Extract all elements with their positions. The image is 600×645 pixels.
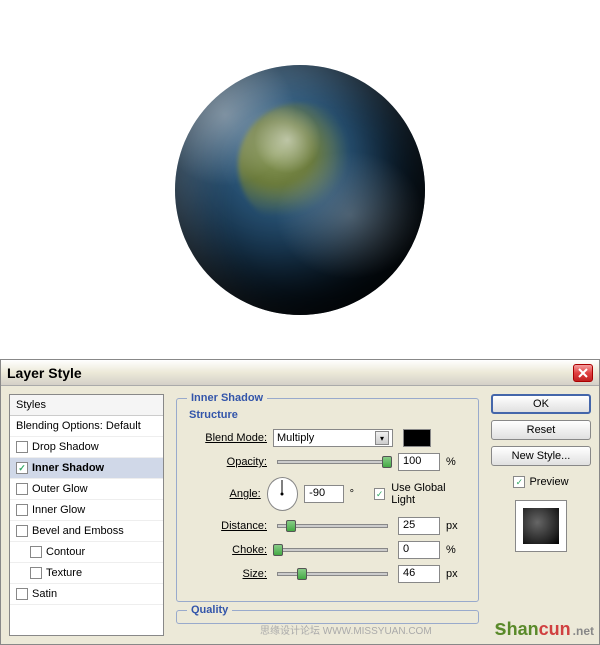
angle-row: Angle: -90 ° ✓ Use Global Light — [189, 477, 466, 511]
section-title: Inner Shadow — [187, 392, 267, 404]
style-label: Inner Shadow — [32, 462, 104, 474]
style-label: Drop Shadow — [32, 441, 99, 453]
opacity-input[interactable]: 100 — [398, 453, 440, 471]
size-slider[interactable] — [277, 572, 388, 576]
style-drop-shadow[interactable]: Drop Shadow — [10, 437, 163, 458]
structure-label: Structure — [189, 409, 466, 421]
checkbox[interactable] — [30, 567, 42, 579]
choke-slider[interactable] — [277, 548, 388, 552]
size-row: Size: 46 px — [189, 565, 466, 583]
checkbox[interactable] — [30, 546, 42, 558]
angle-unit: ° — [350, 488, 368, 500]
close-icon — [578, 368, 588, 378]
preview-area — [0, 0, 600, 380]
angle-input[interactable]: -90 — [304, 485, 343, 503]
dialog-title: Layer Style — [7, 365, 82, 381]
shadow-color-swatch[interactable] — [403, 429, 431, 447]
inner-shadow-fieldset: Inner Shadow Structure Blend Mode: Multi… — [176, 398, 479, 602]
distance-slider[interactable] — [277, 524, 388, 528]
style-texture[interactable]: Texture — [10, 563, 163, 584]
slider-thumb[interactable] — [382, 456, 392, 468]
opacity-row: Opacity: 100 % — [189, 453, 466, 471]
new-style-button[interactable]: New Style... — [491, 446, 591, 466]
style-label: Inner Glow — [32, 504, 85, 516]
style-bevel-emboss[interactable]: Bevel and Emboss — [10, 521, 163, 542]
checkbox[interactable] — [16, 504, 28, 516]
style-label: Contour — [46, 546, 85, 558]
ok-button[interactable]: OK — [491, 394, 591, 414]
choke-unit: % — [446, 544, 466, 556]
distance-row: Distance: 25 px — [189, 517, 466, 535]
reset-button[interactable]: Reset — [491, 420, 591, 440]
style-satin[interactable]: Satin — [10, 584, 163, 605]
distance-input[interactable]: 25 — [398, 517, 440, 535]
opacity-slider[interactable] — [277, 460, 388, 464]
opacity-label: Opacity: — [189, 456, 267, 468]
slider-thumb[interactable] — [286, 520, 296, 532]
styles-panel: Styles Blending Options: Default Drop Sh… — [9, 394, 164, 636]
style-outer-glow[interactable]: Outer Glow — [10, 479, 163, 500]
size-unit: px — [446, 568, 466, 580]
checkbox[interactable]: ✓ — [16, 462, 28, 474]
right-panel: OK Reset New Style... ✓ Preview — [491, 394, 591, 636]
size-label: Size: — [189, 568, 267, 580]
choke-row: Choke: 0 % — [189, 541, 466, 559]
distance-unit: px — [446, 520, 466, 532]
checkbox[interactable] — [16, 441, 28, 453]
quality-label: Quality — [187, 604, 232, 616]
checkbox[interactable] — [16, 525, 28, 537]
slider-thumb[interactable] — [297, 568, 307, 580]
layer-style-dialog: Layer Style Styles Blending Options: Def… — [0, 359, 600, 645]
angle-dial[interactable] — [267, 477, 298, 511]
blend-mode-select[interactable]: Multiply ▾ — [273, 429, 393, 447]
preview-inner — [523, 508, 559, 544]
blending-options-item[interactable]: Blending Options: Default — [10, 416, 163, 437]
angle-label: Angle: — [189, 488, 261, 500]
style-label: Bevel and Emboss — [32, 525, 124, 537]
choke-input[interactable]: 0 — [398, 541, 440, 559]
titlebar: Layer Style — [1, 360, 599, 386]
checkbox[interactable] — [16, 483, 28, 495]
distance-label: Distance: — [189, 520, 267, 532]
settings-panel: Inner Shadow Structure Blend Mode: Multi… — [172, 394, 483, 636]
style-label: Texture — [46, 567, 82, 579]
footer-watermark-text: 思缘设计论坛 WWW.MISSYUAN.COM — [260, 622, 432, 637]
preview-label: Preview — [529, 476, 568, 488]
close-button[interactable] — [573, 364, 593, 382]
size-input[interactable]: 46 — [398, 565, 440, 583]
global-light-label: Use Global Light — [391, 482, 466, 506]
checkbox[interactable] — [16, 588, 28, 600]
preview-checkbox-row: ✓ Preview — [513, 476, 568, 488]
choke-label: Choke: — [189, 544, 267, 556]
style-contour[interactable]: Contour — [10, 542, 163, 563]
style-inner-shadow[interactable]: ✓ Inner Shadow — [10, 458, 163, 479]
chevron-down-icon: ▾ — [375, 431, 389, 445]
preview-checkbox[interactable]: ✓ — [513, 476, 525, 488]
opacity-unit: % — [446, 456, 466, 468]
blend-mode-label: Blend Mode: — [189, 432, 267, 444]
earth-image — [175, 65, 425, 315]
style-inner-glow[interactable]: Inner Glow — [10, 500, 163, 521]
watermark-logo: s han cun .net — [494, 615, 594, 641]
style-label: Satin — [32, 588, 57, 600]
slider-thumb[interactable] — [273, 544, 283, 556]
style-label: Outer Glow — [32, 483, 88, 495]
blend-mode-row: Blend Mode: Multiply ▾ — [189, 429, 466, 447]
blend-mode-value: Multiply — [277, 432, 314, 444]
preview-thumbnail — [515, 500, 567, 552]
styles-header[interactable]: Styles — [10, 395, 163, 416]
global-light-checkbox[interactable]: ✓ — [374, 488, 385, 500]
